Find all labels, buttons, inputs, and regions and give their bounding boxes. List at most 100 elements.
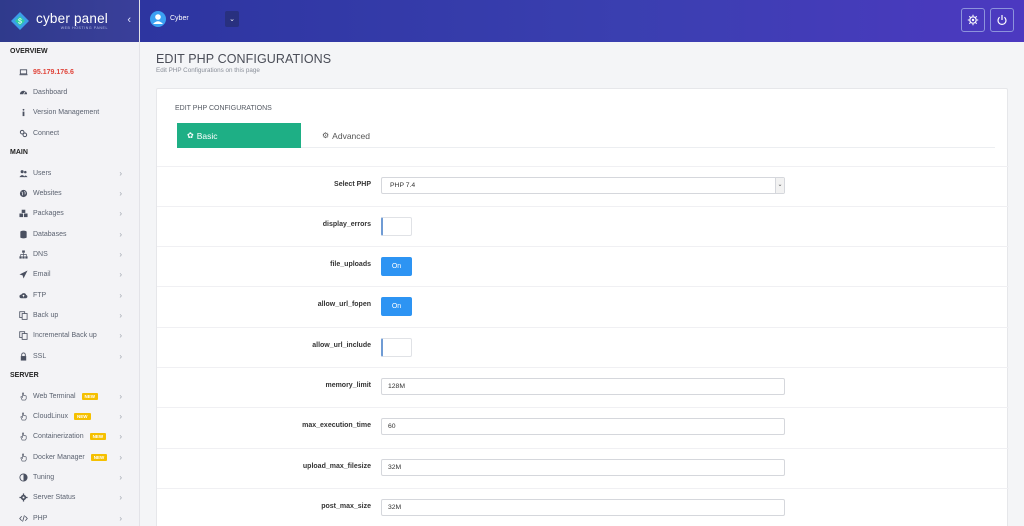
gear-icon [967,14,979,26]
section-server: SERVER [10,372,39,380]
row-select-php: Select PHP PHP 7.4 ⌄ [157,166,1009,206]
php-version-select[interactable]: PHP 7.4 ⌄ [381,177,785,194]
copy-icon [17,331,29,340]
allow-url-fopen-toggle[interactable]: On [381,297,412,316]
row-post-max-size: post_max_size 32M [157,488,1009,526]
sidebar-item-packages[interactable]: Packages › [0,204,139,224]
sidebar-item-label: Tuning [33,473,55,481]
display-errors-toggle[interactable] [381,217,412,236]
sidebar-item-ip[interactable]: 95.179.176.6 [0,62,139,82]
sidebar-item-label: Incremental Back up [33,332,97,340]
sidebar-item-label: 95.179.176.6 [33,68,74,76]
sidebar-item-docker-manager[interactable]: Docker Manager NEW › [0,447,139,467]
max-execution-time-input[interactable]: 60 [381,418,785,435]
sidebar-item-dashboard[interactable]: Dashboard [0,82,139,102]
sidebar-item-backup[interactable]: Back up › [0,305,139,325]
sidebar-item-version-management[interactable]: Version Management [0,103,139,123]
post-max-size-input[interactable]: 32M [381,499,785,516]
laptop-icon [17,68,29,77]
chevron-right-icon: › [119,168,122,178]
sidebar-item-cloudlinux[interactable]: CloudLinux NEW › [0,406,139,426]
chevron-right-icon: › [119,472,122,482]
user-avatar-icon[interactable] [150,11,166,27]
packages-icon [17,209,29,218]
adjust-icon [17,473,29,482]
info-icon [17,108,29,117]
page-title: EDIT PHP CONFIGURATIONS [156,52,332,66]
sidebar-item-containerization[interactable]: Containerization NEW › [0,427,139,447]
chevron-right-icon: › [119,229,122,239]
sidebar-item-email[interactable]: Email › [0,265,139,285]
paper-plane-icon [17,270,29,279]
user-name[interactable]: Cyber [170,15,189,22]
sidebar-item-websites[interactable]: Websites › [0,183,139,203]
tab-advanced[interactable]: ⚙ Advanced [322,123,370,148]
row-memory-limit: memory_limit 128M [157,367,1009,407]
chevron-right-icon: › [119,432,122,442]
chevron-right-icon: › [119,250,122,260]
memory-limit-input[interactable]: 128M [381,378,785,395]
sidebar-item-incremental-backup[interactable]: Incremental Back up › [0,326,139,346]
tab-label: Advanced [332,130,370,141]
collapse-sidebar-icon[interactable]: ‹ [127,14,131,26]
sidebar-item-label: PHP [33,514,48,522]
allow-url-include-toggle[interactable] [381,338,412,357]
sidebar-item-users[interactable]: Users › [0,163,139,183]
sidebar-item-dns[interactable]: DNS › [0,244,139,264]
upload-max-filesize-label: upload_max_filesize [302,463,371,470]
sidebar-item-label: Containerization [33,433,84,441]
upload-max-filesize-input[interactable]: 32M [381,459,785,476]
sidebar-item-label: Server Status [33,494,76,502]
brand-tagline: WEB HOSTING PANEL [60,26,108,30]
cloud-upload-icon [17,291,29,300]
sidebar-item-label: CloudLinux [33,413,69,421]
chevron-right-icon: › [119,331,122,341]
chevron-right-icon: › [119,189,122,199]
sidebar-item-web-terminal[interactable]: Web Terminal NEW › [0,386,139,406]
file-uploads-toggle[interactable]: On [381,257,412,276]
sidebar-item-label: Dashboard [33,88,68,96]
sidebar-item-label: Websites [33,190,62,198]
hand-pointer-icon [17,432,29,441]
sidebar-item-databases[interactable]: Databases › [0,224,139,244]
sidebar-item-label: Users [33,169,52,177]
chevron-right-icon: › [119,391,122,401]
link-icon [17,129,29,138]
hand-pointer-icon [17,453,29,462]
sidebar-item-label: SSL [33,352,47,360]
sidebar-item-label: Docker Manager [33,453,85,461]
hand-pointer-icon [17,392,29,401]
sidebar-item-ftp[interactable]: FTP › [0,285,139,305]
row-upload-max-filesize: upload_max_filesize 32M [157,448,1009,488]
tab-basic[interactable]: ✿ Basic [177,123,301,148]
sidebar-item-label: FTP [33,291,47,299]
cyberpanel-logo-icon: $ [11,12,29,30]
brand-name: cyber panel [36,11,108,26]
tab-label: Basic [196,130,218,141]
page-subtitle: Edit PHP Configurations on this page [156,67,260,74]
power-icon [997,15,1007,25]
chevron-right-icon: › [119,209,122,219]
allow-url-include-label: allow_url_include [312,342,371,349]
dashboard-icon [17,88,29,97]
lock-icon [17,351,29,361]
chevron-down-icon: ⌄ [775,178,784,193]
memory-limit-label: memory_limit [325,382,371,389]
sidebar-item-server-status[interactable]: Server Status › [0,488,139,508]
users-icon [17,169,29,178]
section-overview: OVERVIEW [10,48,48,55]
sidebar-item-php[interactable]: PHP › [0,508,139,526]
file-uploads-label: file_uploads [330,261,371,268]
logout-button[interactable] [990,8,1014,32]
post-max-size-label: post_max_size [321,503,371,510]
chevron-down-icon[interactable]: ⌄ [225,11,239,27]
settings-button[interactable] [961,8,985,32]
sidebar-item-ssl[interactable]: SSL › [0,346,139,366]
sidebar: $ cyber panel WEB HOSTING PANEL ‹ OVERVI… [0,0,140,526]
max-execution-time-label: max_execution_time [302,422,371,429]
sidebar-item-label: Version Management [33,109,100,117]
sidebar-item-connect[interactable]: Connect [0,123,139,143]
sidebar-item-tuning[interactable]: Tuning › [0,467,139,487]
sidebar-item-label: Back up [33,311,59,319]
new-badge: NEW [74,413,91,421]
